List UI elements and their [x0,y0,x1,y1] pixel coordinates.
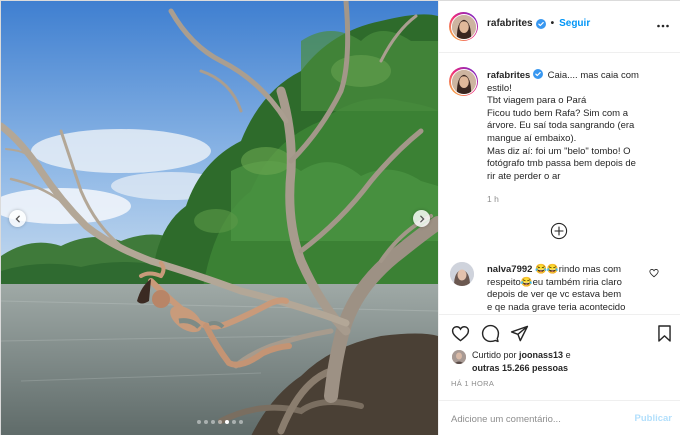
caption-timestamp: 1 h [487,194,499,204]
comment-line: depois de ver qe vc estava bem [487,289,622,301]
likes-mid: e [565,350,571,360]
caption-line: árvore. Eu saí toda sangrando (era [487,120,635,132]
caption-line: rir ate perder o ar [487,170,561,182]
more-options-icon[interactable] [656,19,670,33]
comment-input[interactable] [451,411,621,427]
carousel-dot [231,420,236,424]
avatar-image [450,262,474,286]
caption-username[interactable]: rafabrites [487,70,530,81]
heart-icon[interactable] [451,324,470,343]
likes-prefix: Curtido por [472,350,517,360]
likes-count[interactable]: outras 15.266 pessoas [472,363,568,373]
caption-line: Mas diz aí: foi um "belo" tombo! O [487,145,631,157]
verified-badge-icon [532,69,543,79]
post-header: rafabrites • Seguir [439,1,680,53]
likes-summary: Curtido por joonass13 e outras 15.266 pe… [472,349,642,374]
avatar-image [451,14,476,39]
liker-username[interactable]: joonass13 [519,350,563,360]
add-comment-bar: Publicar [439,400,680,435]
caption-line: Ficou tudo bem Rafa? Sim com a [487,107,628,119]
comment-username[interactable]: nalva7992 [487,264,532,275]
publish-button[interactable]: Publicar [635,413,673,424]
previous-photo-button[interactable] [9,210,26,227]
liker-avatar[interactable] [452,350,466,364]
post-age: HÁ 1 HORA [451,379,495,388]
plus-circle-icon[interactable] [550,222,568,240]
header-separator: • [550,18,555,29]
carousel-dot [238,420,243,424]
comment-item: nalva7992 😂😂rindo mas com respeito😂eu ta… [487,264,647,314]
comment-line: respeito😂eu também riria claro [487,276,622,288]
caption-author-avatar[interactable] [449,67,478,96]
chevron-right-icon [419,215,425,222]
author-username[interactable]: rafabrites [487,18,533,29]
post-image [1,1,438,435]
caption-line: estilo! [487,82,512,94]
verified-badge-icon [535,18,546,29]
carousel-indicator [1,420,438,424]
follow-button[interactable]: Seguir [559,18,590,29]
chevron-left-icon [14,215,20,222]
carousel-dot-active [224,420,229,424]
post-side-panel: rafabrites • Seguir rafabrites Caia.... … [438,1,680,435]
caption-line: Caia.... mas caia com [547,70,639,81]
comment-line: 😂😂rindo mas com [535,264,622,275]
comment-like-heart-icon[interactable] [649,268,659,278]
post-actions: Curtido por joonass13 e outras 15.266 pe… [439,314,680,435]
avatar-image [452,350,466,364]
carousel-dot [196,420,201,424]
post-caption: rafabrites Caia.... mas caia com estilo!… [487,69,667,183]
carousel-dot [217,420,222,424]
paper-plane-icon[interactable] [510,324,529,343]
instagram-post-modal: rafabrites • Seguir rafabrites Caia.... … [0,0,680,435]
avatar-image [451,69,476,94]
caption-line: fotógrafo tmb passa bem depois de [487,158,636,170]
carousel-dot [210,420,215,424]
next-photo-button[interactable] [413,210,430,227]
commenter-avatar[interactable] [450,262,474,286]
post-photo[interactable] [1,1,438,435]
bookmark-icon[interactable] [655,324,674,343]
carousel-dot [203,420,208,424]
caption-line: Tbt viagem para o Pará [487,95,587,107]
caption-line: mangue aí embaixo). [487,132,577,144]
author-avatar[interactable] [449,12,478,41]
comment-bubble-icon[interactable] [481,324,500,343]
comment-line: e qe nada grave teria acontecido [487,301,626,313]
